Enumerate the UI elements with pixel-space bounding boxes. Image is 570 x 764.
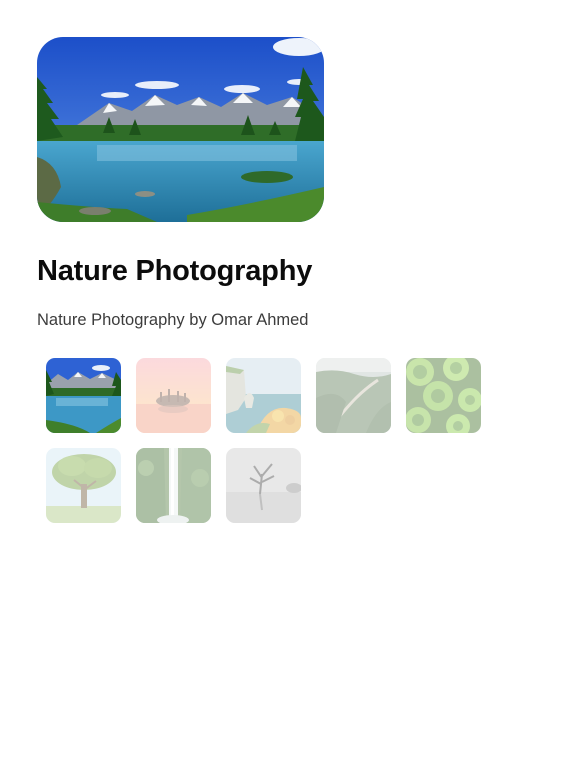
thumbnail-misty-tree[interactable] — [226, 448, 301, 523]
main-photo — [37, 37, 324, 222]
thumbnail-image — [46, 358, 121, 433]
page-title: Nature Photography — [37, 255, 313, 287]
photo-gallery: Nature Photography Nature Photography by… — [37, 37, 537, 523]
thumbnail-image — [226, 448, 301, 523]
gallery-subtitle: Nature Photography by Omar Ahmed — [37, 311, 309, 329]
thumbnail-image — [136, 358, 211, 433]
thumbnail-coastal-cliff[interactable] — [226, 358, 301, 433]
mountain-lake-image — [37, 37, 324, 222]
thumbnail-image — [316, 358, 391, 433]
thumbnail-waterfall[interactable] — [136, 448, 211, 523]
thumbnail-image — [136, 448, 211, 523]
thumbnail-image — [226, 358, 301, 433]
thumbnail-sunset-island[interactable] — [136, 358, 211, 433]
thumbnail-lone-tree[interactable] — [46, 448, 121, 523]
thumbnail-succulent[interactable] — [406, 358, 481, 433]
thumbnail-hill-path[interactable] — [316, 358, 391, 433]
thumbnail-image — [46, 448, 121, 523]
thumbnail-mountain-lake[interactable] — [46, 358, 121, 433]
thumbnail-image — [406, 358, 481, 433]
